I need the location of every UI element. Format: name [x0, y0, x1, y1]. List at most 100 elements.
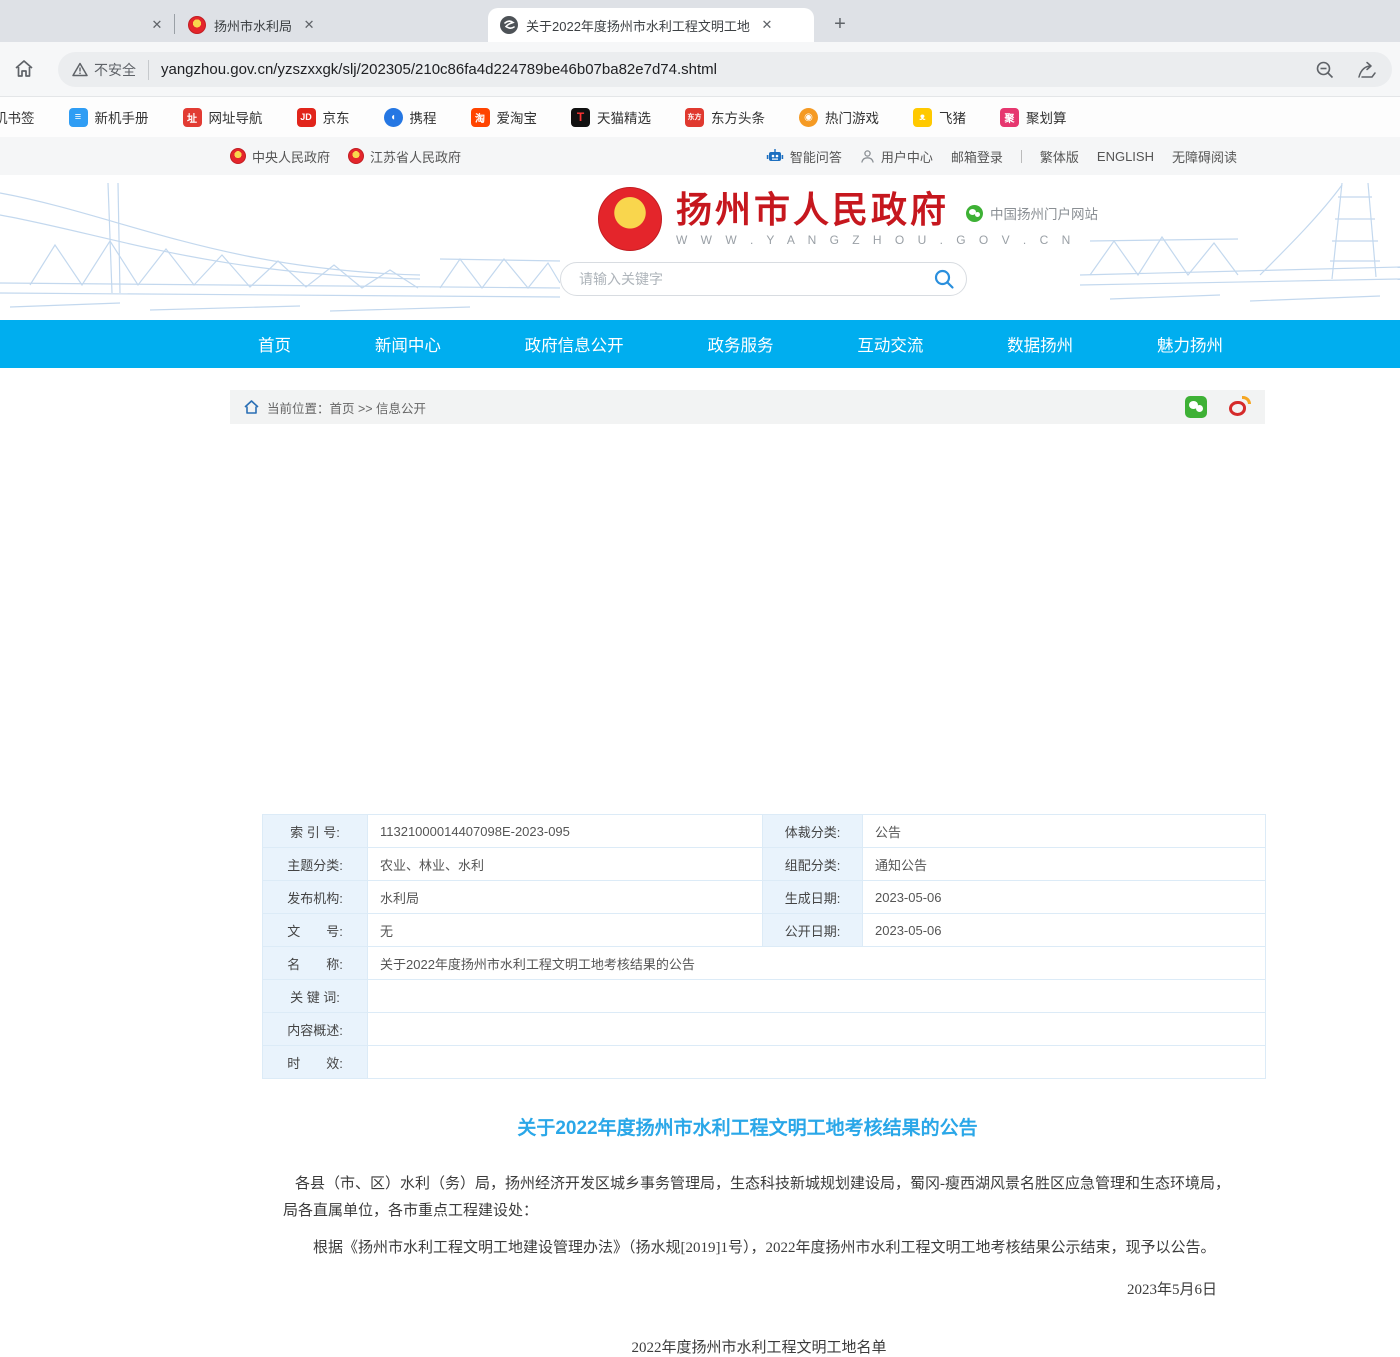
meta-label: 组配分类:	[763, 848, 863, 881]
robot-icon	[766, 148, 784, 164]
table-row: 发布机构: 水利局 生成日期: 2023-05-06	[263, 881, 1266, 914]
zoom-out-icon[interactable]	[1314, 59, 1336, 81]
url-text[interactable]: yangzhou.gov.cn/yzszxxgk/slj/202305/210c…	[161, 61, 1314, 78]
bookmark-hot-games[interactable]: ◉ 热门游戏	[799, 107, 879, 127]
breadcrumb-text[interactable]: 当前位置：首页 >> 信息公开	[267, 398, 426, 417]
address-bar[interactable]: 不安全 yangzhou.gov.cn/yzszxxgk/slj/202305/…	[58, 52, 1392, 87]
divider	[1021, 150, 1022, 163]
bookmarks-bar: 机书签 ≡ 新机手册 址 网址导航 JD 京东 ◖ 携程 淘 爱淘宝 T 天猫精…	[0, 97, 1400, 137]
article-date: 2023年5月6日	[283, 1278, 1235, 1299]
meta-value-group: 通知公告	[863, 848, 1266, 881]
wechat-icon	[966, 205, 983, 222]
meta-value-title: 关于2022年度扬州市水利工程文明工地考核结果的公告	[368, 947, 1266, 980]
bookmark-phone-bookmarks[interactable]: 机书签	[0, 107, 35, 127]
new-tab-button[interactable]: +	[826, 10, 854, 38]
meta-label: 内容概述:	[263, 1013, 368, 1046]
meta-label: 体裁分类:	[763, 815, 863, 848]
user-icon	[860, 149, 875, 164]
meta-label: 名 称:	[263, 947, 368, 980]
meta-value-genre: 公告	[863, 815, 1266, 848]
nav-services[interactable]: 政务服务	[707, 332, 773, 356]
home-icon[interactable]	[12, 57, 38, 83]
meta-value-doc-number: 无	[368, 914, 763, 947]
browser-toolbar: 不安全 yangzhou.gov.cn/yzszxxgk/slj/202305/…	[0, 42, 1400, 97]
nav-data[interactable]: 数据扬州	[1007, 332, 1073, 356]
dongfang-icon: 东方	[685, 108, 704, 127]
emblem-icon	[230, 148, 246, 164]
meta-label: 公开日期:	[763, 914, 863, 947]
meta-value-summary	[368, 1013, 1266, 1046]
meta-label: 发布机构:	[263, 881, 368, 914]
document-meta-table: 索 引 号: 11321000014407098E-2023-095 体裁分类:…	[262, 814, 1266, 1079]
bookmark-ctrip[interactable]: ◖ 携程	[384, 107, 437, 127]
list-section-title: 2022年度扬州市水利工程文明工地名单	[283, 1336, 1235, 1357]
taobao-icon: 淘	[471, 108, 490, 127]
link-smart-qa[interactable]: 智能问答	[766, 147, 842, 166]
tab-water-bureau[interactable]: 扬州市水利局 ✕	[176, 8, 484, 42]
browser-tab-bar: ✕ 扬州市水利局 ✕ 关于2022年度扬州市水利工程文明工地 ✕ +	[0, 0, 1400, 42]
search-icon[interactable]	[932, 267, 956, 291]
bookmark-fliggy[interactable]: ᴥ 飞猪	[913, 107, 966, 127]
bookmark-dongfang[interactable]: 东方 东方头条	[685, 107, 765, 127]
emblem-favicon-icon	[188, 16, 206, 34]
url-nav-icon: 址	[183, 108, 202, 127]
banner-art-left	[0, 175, 560, 320]
link-traditional[interactable]: 繁体版	[1040, 147, 1079, 166]
bookmark-manual[interactable]: ≡ 新机手册	[69, 107, 149, 127]
link-english[interactable]: ENGLISH	[1097, 149, 1154, 164]
ctrip-icon: ◖	[384, 108, 403, 127]
table-row: 时 效:	[263, 1046, 1266, 1079]
link-accessibility[interactable]: 无障碍阅读	[1172, 147, 1237, 166]
meta-label: 文 号:	[263, 914, 368, 947]
meta-label: 主题分类:	[263, 848, 368, 881]
bookmark-juhuasuan[interactable]: 聚 聚划算	[1000, 107, 1067, 127]
nav-news[interactable]: 新闻中心	[375, 332, 441, 356]
site-url-label: W W W . Y A N G Z H O U . G O V . C N	[676, 233, 1075, 247]
tab-partial[interactable]: ✕	[0, 8, 172, 42]
table-row: 名 称: 关于2022年度扬州市水利工程文明工地考核结果的公告	[263, 947, 1266, 980]
security-chip[interactable]: 不安全	[72, 60, 149, 80]
article-body: 各县（市、区）水利（务）局，扬州经济开发区城乡事务管理局，生态科技新城规划建设局…	[283, 1171, 1235, 1262]
link-mail-login[interactable]: 邮箱登录	[951, 147, 1003, 166]
tab-close-icon[interactable]: ✕	[300, 16, 318, 34]
meta-label: 生成日期:	[763, 881, 863, 914]
meta-label: 关 键 词:	[263, 980, 368, 1013]
article-paragraph: 根据《扬州市水利工程文明工地建设管理办法》（扬水规[2019]1号），2022年…	[283, 1235, 1235, 1262]
link-central-gov[interactable]: 中央人民政府	[230, 147, 330, 166]
tab-close-icon[interactable]: ✕	[758, 16, 776, 34]
link-user-center[interactable]: 用户中心	[860, 147, 933, 166]
tab-title: 关于2022年度扬州市水利工程文明工地	[526, 16, 750, 35]
nav-charm[interactable]: 魅力扬州	[1157, 332, 1223, 356]
table-row: 内容概述:	[263, 1013, 1266, 1046]
table-row: 关 键 词:	[263, 980, 1266, 1013]
page-content: 当前位置：首页 >> 信息公开 索 引 号: 11321000014407098…	[0, 368, 1400, 997]
table-row: 索 引 号: 11321000014407098E-2023-095 体裁分类:…	[263, 815, 1266, 848]
search-input[interactable]	[579, 271, 932, 287]
share-weibo-icon[interactable]	[1229, 396, 1251, 418]
share-wechat-icon[interactable]	[1185, 396, 1207, 418]
breadcrumb: 当前位置：首页 >> 信息公开	[230, 390, 1265, 424]
manual-icon: ≡	[69, 108, 88, 127]
fliggy-icon: ᴥ	[913, 108, 932, 127]
meta-value-created-date: 2023-05-06	[863, 881, 1266, 914]
bookmark-aitaobao[interactable]: 淘 爱淘宝	[471, 107, 538, 127]
meta-label: 时 效:	[263, 1046, 368, 1079]
send-share-icon[interactable]	[1356, 59, 1378, 81]
tab-close-icon[interactable]: ✕	[148, 16, 166, 34]
link-jiangsu-gov[interactable]: 江苏省人民政府	[348, 147, 461, 166]
bookmark-jd[interactable]: JD 京东	[297, 107, 350, 127]
site-favicon-icon	[500, 16, 518, 34]
national-emblem-icon	[598, 187, 662, 251]
masthead-banner: 扬州市人民政府 W W W . Y A N G Z H O U . G O V …	[0, 175, 1400, 320]
meta-label: 索 引 号:	[263, 815, 368, 848]
portal-tag[interactable]: 中国扬州门户网站	[966, 203, 1098, 223]
meta-value-validity	[368, 1046, 1266, 1079]
nav-info-disclosure[interactable]: 政府信息公开	[525, 332, 624, 356]
nav-interaction[interactable]: 互动交流	[857, 332, 923, 356]
nav-home[interactable]: 首页	[258, 332, 291, 356]
bookmark-tmall[interactable]: T 天猫精选	[571, 107, 651, 127]
bookmark-url-nav[interactable]: 址 网址导航	[183, 107, 263, 127]
tab-active-announcement[interactable]: 关于2022年度扬州市水利工程文明工地 ✕	[488, 8, 814, 42]
tab-divider	[174, 14, 175, 34]
breadcrumb-home-icon[interactable]	[244, 400, 259, 414]
